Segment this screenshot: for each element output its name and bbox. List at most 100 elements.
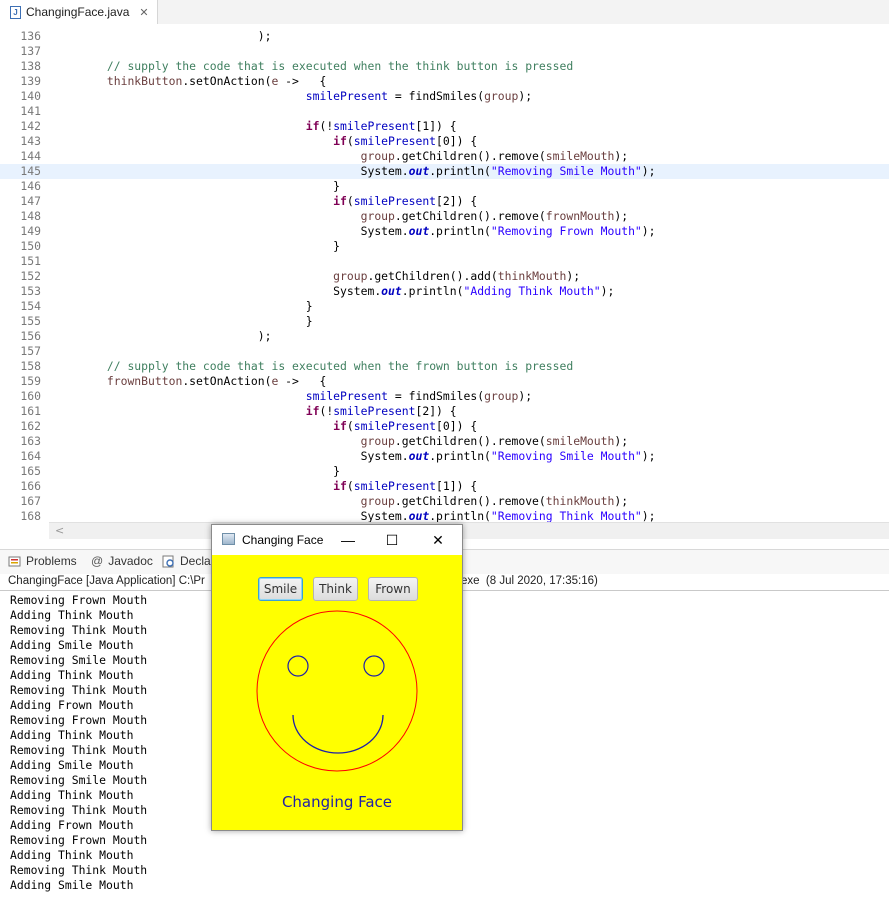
code-token: .println( <box>429 164 491 178</box>
code-token: [2]) { <box>415 404 457 418</box>
changing-face-window[interactable]: Changing Face — ☐ ✕ Smile Think Frown Ch… <box>211 524 463 831</box>
code-token: // supply the code that is executed when… <box>106 59 574 73</box>
code-line[interactable]: 159 frownButton.setOnAction(e -> { <box>0 374 889 389</box>
frown-button[interactable]: Frown <box>368 577 418 601</box>
code-token: System. <box>52 284 382 298</box>
code-line[interactable]: 144 group.getChildren().remove(smileMout… <box>0 149 889 164</box>
editor-horizontal-scrollbar[interactable]: < <box>49 522 889 539</box>
code-line[interactable]: 137 <box>0 44 889 59</box>
console-line: Removing Think Mouth <box>10 623 148 637</box>
code-token: smileMouth <box>545 434 615 448</box>
code-token: [2]) { <box>436 194 478 208</box>
tab-problems[interactable]: Problems <box>8 554 77 568</box>
line-number: 136 <box>20 29 41 43</box>
code-text: if(!smilePresent[1]) { <box>52 119 457 134</box>
console-line: Removing Frown Mouth <box>10 833 148 847</box>
code-line[interactable]: 160 smilePresent = findSmiles(group); <box>0 389 889 404</box>
code-token: } <box>52 239 341 253</box>
code-line[interactable]: 138 // supply the code that is executed … <box>0 59 889 74</box>
scroll-left-icon[interactable]: < <box>55 524 64 537</box>
code-text: System.out.println("Removing Frown Mouth… <box>52 224 656 239</box>
code-token: = findSmiles( <box>388 89 485 103</box>
line-number: 162 <box>20 419 41 433</box>
tab-javadoc[interactable]: @ Javadoc <box>91 554 153 568</box>
code-line[interactable]: 161 if(!smilePresent[2]) { <box>0 404 889 419</box>
smiley-face-drawing <box>256 610 418 772</box>
tab-label: Declar <box>180 554 215 568</box>
code-token: ); <box>566 269 581 283</box>
code-token: ( <box>346 134 354 148</box>
console-line: Removing Think Mouth <box>10 743 148 757</box>
code-line[interactable]: 163 group.getChildren().remove(smileMout… <box>0 434 889 449</box>
close-icon[interactable]: ✕ <box>139 6 148 19</box>
code-token: ); <box>518 89 533 103</box>
code-line[interactable]: 157 <box>0 344 889 359</box>
code-line[interactable]: 158 // supply the code that is executed … <box>0 359 889 374</box>
code-line[interactable]: 139 thinkButton.setOnAction(e -> { <box>0 74 889 89</box>
code-line[interactable]: 151 <box>0 254 889 269</box>
smile-button[interactable]: Smile <box>258 577 303 601</box>
tab-declaration[interactable]: Declar <box>162 554 215 568</box>
code-line[interactable]: 143 if(smilePresent[0]) { <box>0 134 889 149</box>
console-launch-info: ChangingFace [Java Application] C:\Pr <box>8 575 205 587</box>
code-line[interactable]: 140 smilePresent = findSmiles(group); <box>0 89 889 104</box>
code-line[interactable]: 150 } <box>0 239 889 254</box>
code-line[interactable]: 167 group.getChildren().remove(thinkMout… <box>0 494 889 509</box>
code-text: group.getChildren().remove(smileMouth); <box>52 434 628 449</box>
code-token: ( <box>346 194 354 208</box>
code-line[interactable]: 142 if(!smilePresent[1]) { <box>0 119 889 134</box>
code-token: ( <box>346 419 354 433</box>
editor-tab-changingface[interactable]: J ChangingFace.java ✕ <box>0 0 158 24</box>
code-token: smilePresent <box>353 134 437 148</box>
code-text: thinkButton.setOnAction(e -> { <box>52 74 326 89</box>
code-token: System. <box>52 449 409 463</box>
code-token: .println( <box>401 284 464 298</box>
console-output[interactable]: Removing Frown Mouth Adding Think Mouth Re… <box>10 593 147 893</box>
code-token: smileMouth <box>545 149 615 163</box>
code-line[interactable]: 147 if(smilePresent[2]) { <box>0 194 889 209</box>
line-number: 166 <box>20 479 41 493</box>
code-line[interactable]: 168 System.out.println("Removing Think M… <box>0 509 889 522</box>
code-text: group.getChildren().remove(thinkMouth); <box>52 494 628 509</box>
code-text: ); <box>52 29 272 44</box>
code-line[interactable]: 165 } <box>0 464 889 479</box>
code-line[interactable]: 156 ); <box>0 329 889 344</box>
code-token: ); <box>518 389 533 403</box>
code-token: group <box>484 389 519 403</box>
code-token: } <box>52 464 341 478</box>
code-text: } <box>52 464 340 479</box>
code-line[interactable]: 152 group.getChildren().add(thinkMouth); <box>0 269 889 284</box>
code-token: group <box>333 269 368 283</box>
code-line[interactable]: 166 if(smilePresent[1]) { <box>0 479 889 494</box>
code-token: (! <box>319 119 334 133</box>
code-line[interactable]: 154 } <box>0 299 889 314</box>
code-line[interactable]: 146 } <box>0 179 889 194</box>
code-line[interactable]: 164 System.out.println("Removing Smile M… <box>0 449 889 464</box>
code-line[interactable]: 162 if(smilePresent[0]) { <box>0 419 889 434</box>
code-line[interactable]: 153 System.out.println("Adding Think Mou… <box>0 284 889 299</box>
face-caption: Changing Face <box>281 793 393 811</box>
java-file-icon: J <box>10 5 21 19</box>
code-editor[interactable]: 136 ); 137 138 // supply the code that is … <box>0 24 889 522</box>
code-line[interactable]: 149 System.out.println("Removing Frown M… <box>0 224 889 239</box>
code-token: group <box>360 434 395 448</box>
declaration-icon <box>162 555 174 567</box>
code-line[interactable]: 148 group.getChildren().remove(frownMout… <box>0 209 889 224</box>
code-line[interactable]: 141 <box>0 104 889 119</box>
code-token: if <box>333 134 347 148</box>
line-number: 153 <box>20 284 41 298</box>
code-line[interactable]: 145 System.out.println("Removing Smile M… <box>0 164 889 179</box>
line-number: 141 <box>20 104 41 118</box>
code-token: smilePresent <box>353 479 437 493</box>
code-text: smilePresent = findSmiles(group); <box>52 389 532 404</box>
think-button[interactable]: Think <box>313 577 358 601</box>
code-line[interactable]: 155 } <box>0 314 889 329</box>
code-line[interactable]: 136 ); <box>0 29 889 44</box>
code-token: smilePresent <box>333 404 416 418</box>
